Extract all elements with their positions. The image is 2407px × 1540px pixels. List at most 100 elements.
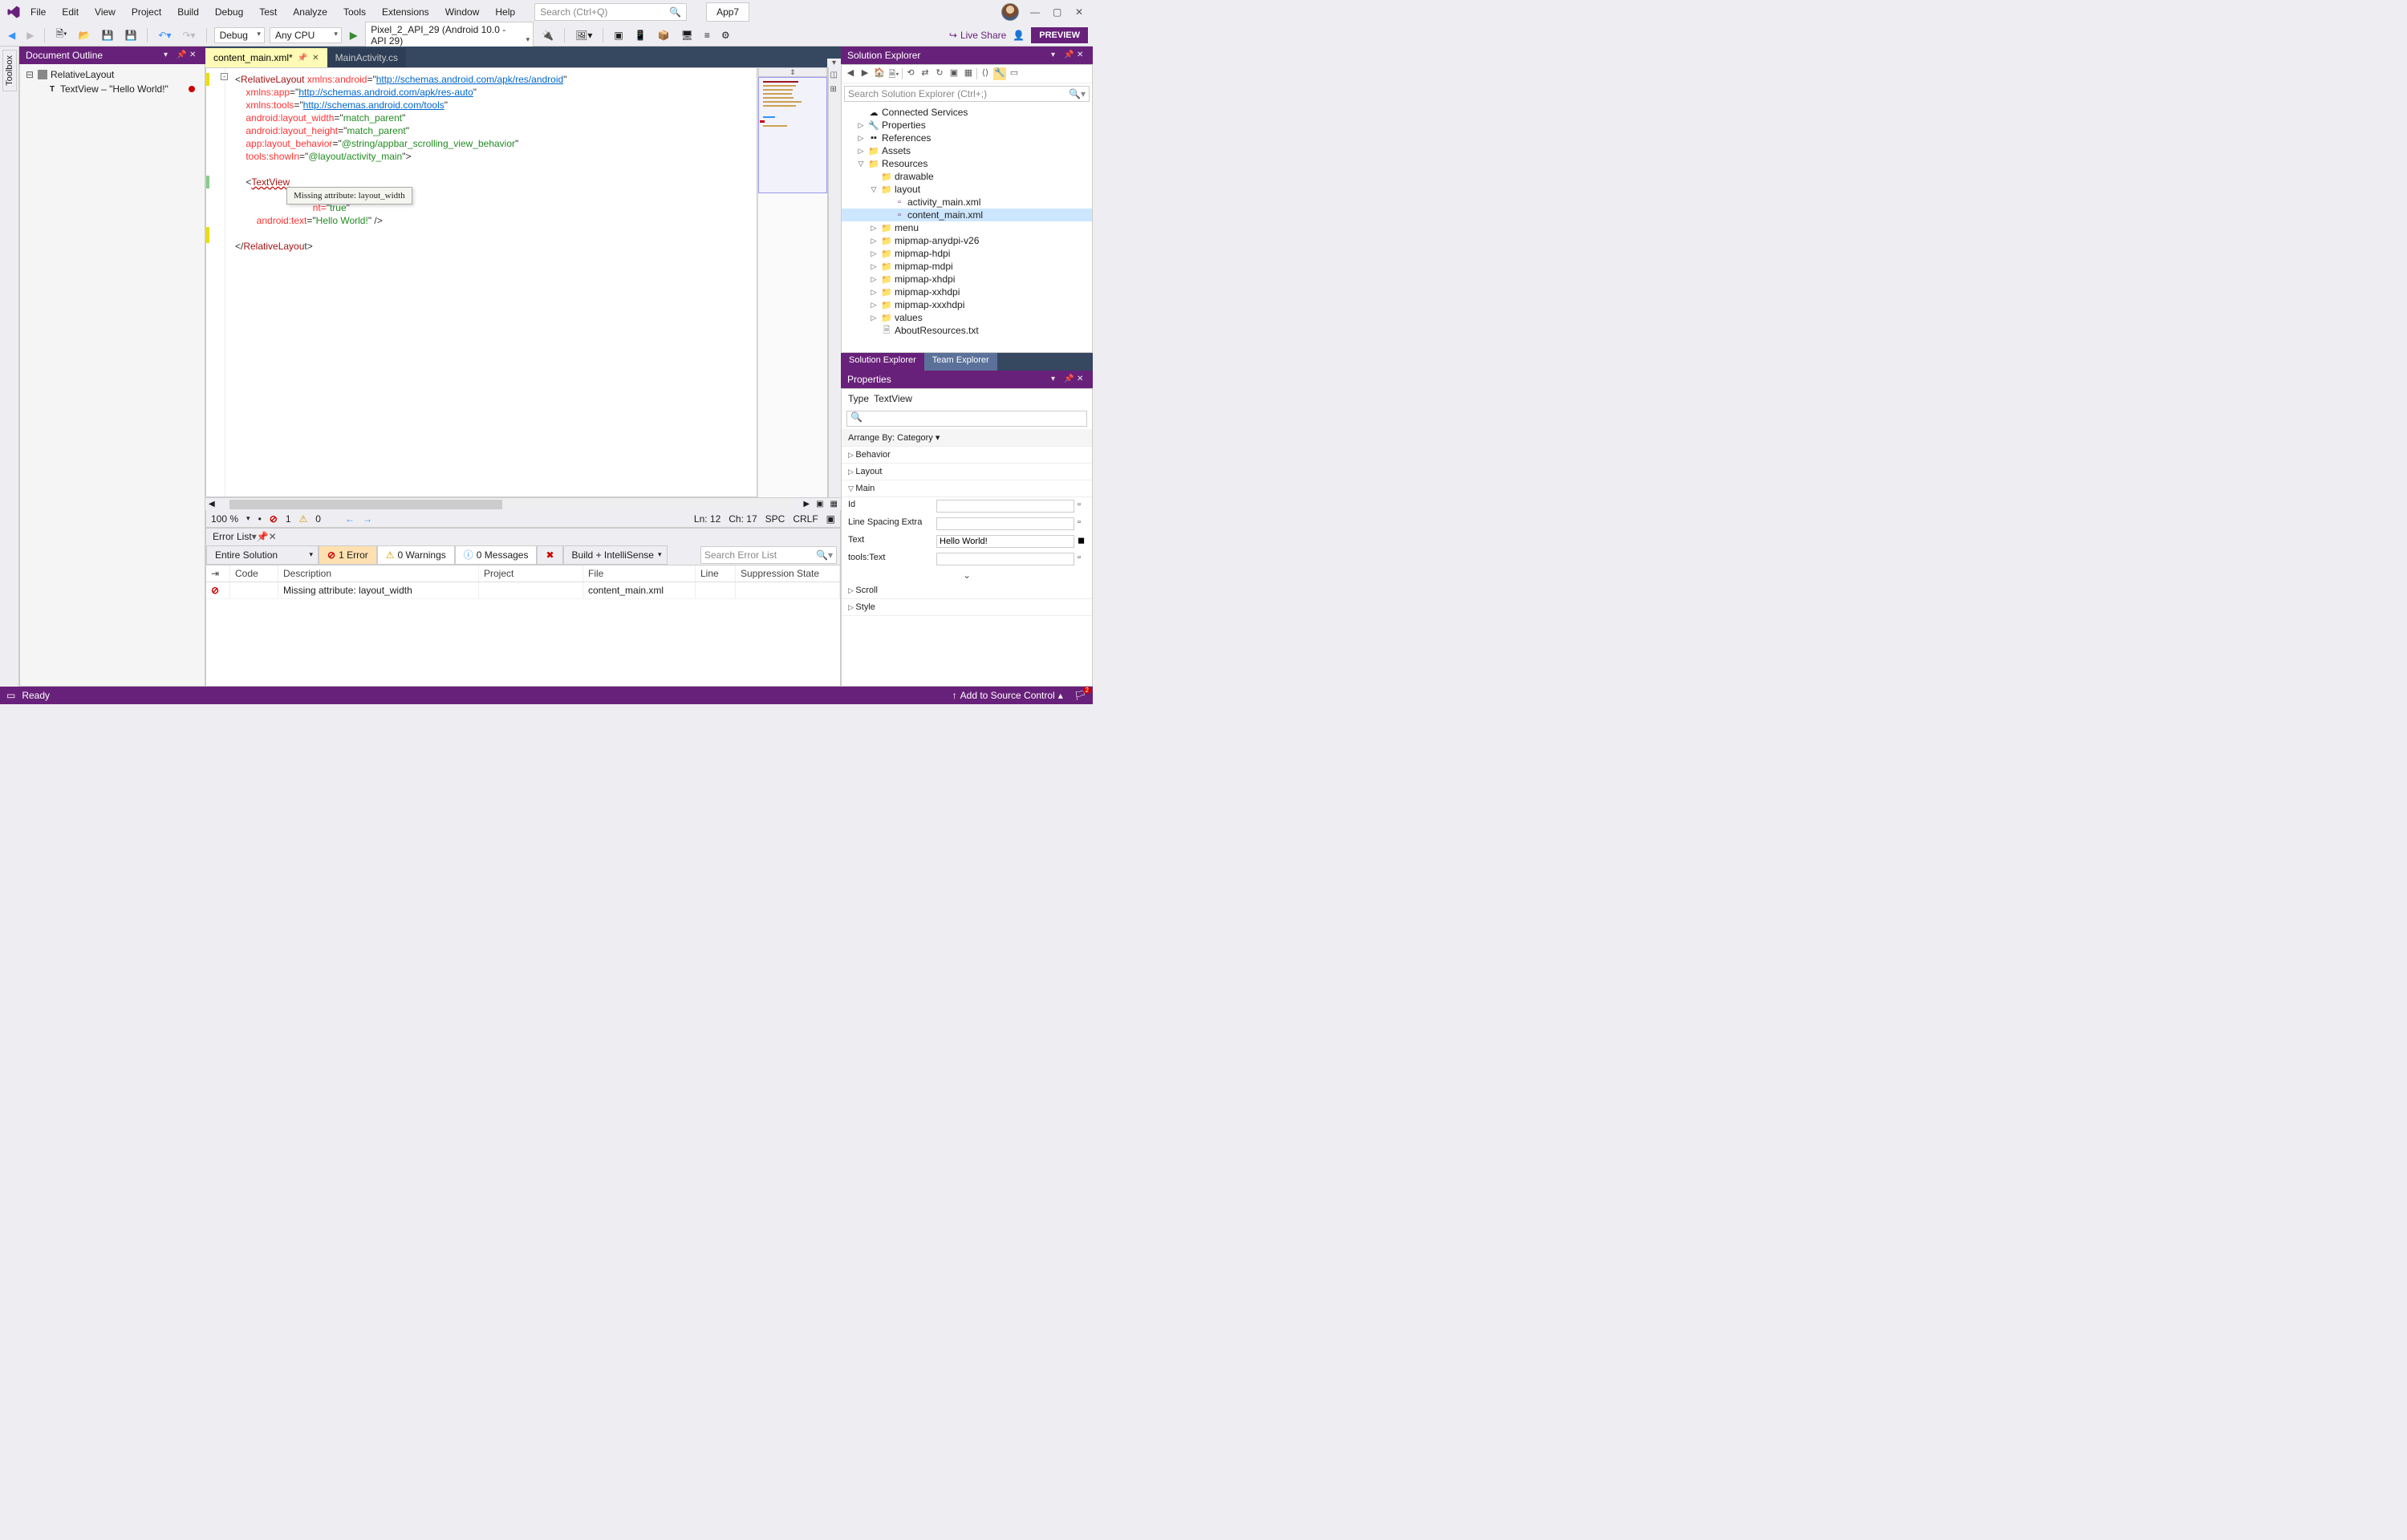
prop-marker-icon[interactable]: ▫ bbox=[1076, 515, 1087, 533]
se-home-icon[interactable]: 🏠 bbox=[873, 67, 886, 80]
menu-analyze[interactable]: Analyze bbox=[286, 3, 334, 21]
prop-marker-icon[interactable]: ◼ bbox=[1076, 533, 1087, 550]
attach-icon[interactable]: 🔌 bbox=[538, 28, 557, 43]
rail-icon[interactable]: ⊞ bbox=[830, 85, 840, 95]
open-icon[interactable]: 📂 bbox=[75, 28, 94, 43]
monitor-icon[interactable]: 🖥 bbox=[678, 28, 696, 43]
col-line[interactable]: Line bbox=[696, 565, 736, 582]
debug-target-dropdown[interactable]: Pixel_2_API_29 (Android 10.0 - API 29) bbox=[365, 22, 534, 49]
code-editor[interactable]: - <RelativeLayout xmlns:android="http://… bbox=[205, 67, 757, 497]
device-btn-icon[interactable]: ▣ bbox=[611, 28, 626, 43]
save-all-icon[interactable]: 💾 bbox=[121, 28, 140, 43]
prop-text-input[interactable] bbox=[936, 535, 1074, 548]
preview-button[interactable]: PREVIEW bbox=[1031, 27, 1088, 43]
gear-icon[interactable]: ⚙ bbox=[718, 28, 733, 43]
tree-layout[interactable]: ▽📁layout bbox=[842, 183, 1092, 196]
rail-icon[interactable]: ◫ bbox=[830, 71, 840, 80]
tree-content-main[interactable]: ▫content_main.xml bbox=[842, 209, 1092, 221]
start-debug-button[interactable]: ▶ bbox=[347, 28, 360, 43]
prop-marker-icon[interactable]: ▫ bbox=[1076, 497, 1087, 515]
tree-resources[interactable]: ▽📁Resources bbox=[842, 157, 1092, 170]
se-sync-icon[interactable]: ⟲ bbox=[904, 67, 917, 80]
tree-references[interactable]: ▷▪▪References bbox=[842, 132, 1092, 144]
se-refresh-icon[interactable]: ⇄ bbox=[919, 67, 932, 80]
scope-dropdown[interactable]: Entire Solution ▾ bbox=[206, 545, 319, 565]
outline-root[interactable]: ⊟ RelativeLayout bbox=[20, 67, 205, 82]
panel-dropdown-icon[interactable]: ▾ bbox=[1051, 375, 1061, 384]
scrollbar-thumb[interactable] bbox=[229, 500, 502, 509]
build-filter-dropdown[interactable]: Build + IntelliSense▾ bbox=[563, 545, 668, 565]
col-code[interactable]: Code bbox=[230, 565, 278, 582]
warning-count-icon[interactable]: ⚠ bbox=[299, 513, 308, 525]
error-row[interactable]: ⊘ Missing attribute: layout_width conten… bbox=[206, 582, 840, 599]
close-panel-icon[interactable]: ✕ bbox=[189, 51, 199, 60]
notifications-icon[interactable]: 🏳2 bbox=[1074, 690, 1086, 701]
maximize-icon[interactable]: ▢ bbox=[1053, 6, 1064, 18]
editor-hscroll[interactable]: ◀ ▶ ▣ ▦ bbox=[205, 497, 841, 510]
prop-id-input[interactable] bbox=[936, 500, 1074, 513]
nav-back-icon[interactable]: ◀ bbox=[5, 28, 18, 43]
user-avatar[interactable] bbox=[1001, 3, 1019, 21]
undo-icon[interactable]: ↶▾ bbox=[155, 28, 174, 43]
pin-icon[interactable]: 📌 bbox=[1064, 51, 1074, 60]
menu-test[interactable]: Test bbox=[253, 3, 283, 21]
save-icon[interactable]: 💾 bbox=[99, 28, 117, 43]
zoom-level[interactable]: 100 % bbox=[211, 513, 238, 525]
redo-icon[interactable]: ↷▾ bbox=[180, 28, 199, 43]
panel-dropdown-icon[interactable]: ▾ bbox=[1051, 51, 1061, 60]
menu-debug[interactable]: Debug bbox=[209, 3, 250, 21]
menu-view[interactable]: View bbox=[88, 3, 122, 21]
nav-next-icon[interactable]: → bbox=[363, 513, 372, 525]
phone-icon[interactable]: 📱 bbox=[631, 28, 650, 43]
se-reload-icon[interactable]: ↻ bbox=[933, 67, 946, 80]
tree-mipmap-mdpi[interactable]: ▷📁mipmap-mdpi bbox=[842, 260, 1092, 273]
properties-search-input[interactable]: 🔍 bbox=[846, 411, 1087, 427]
nav-fwd-icon[interactable]: ▶ bbox=[23, 28, 37, 43]
tree-activity-main[interactable]: ▫activity_main.xml bbox=[842, 196, 1092, 209]
close-tab-icon[interactable]: ✕ bbox=[312, 54, 319, 63]
se-back-icon[interactable]: ◀ bbox=[844, 67, 857, 80]
se-switch-icon[interactable]: 🗎▾ bbox=[887, 67, 900, 80]
tree-mipmap-anydpi[interactable]: ▷📁mipmap-anydpi-v26 bbox=[842, 234, 1092, 247]
col-desc[interactable]: Description bbox=[278, 565, 479, 582]
indent-mode[interactable]: SPC bbox=[765, 513, 785, 525]
filter-messages[interactable]: ⓘ0 Messages bbox=[455, 545, 538, 565]
add-source-control[interactable]: ↑ Add to Source Control ▴ bbox=[952, 690, 1063, 701]
tree-values[interactable]: ▷📁values bbox=[842, 311, 1092, 324]
feedback-icon[interactable]: 👤 bbox=[1013, 30, 1025, 41]
filter-errors[interactable]: ⊘1 Error bbox=[319, 545, 377, 565]
minimize-icon[interactable]: — bbox=[1030, 6, 1041, 18]
cat-main[interactable]: Main bbox=[842, 480, 1092, 497]
tab-content-main[interactable]: content_main.xml* 📌 ✕ bbox=[205, 48, 327, 67]
filter-clear[interactable]: ✖ bbox=[537, 545, 562, 565]
img-icon[interactable]: 🖼▾ bbox=[572, 28, 595, 43]
error-search-input[interactable]: Search Error List 🔍▾ bbox=[700, 546, 837, 564]
cat-style[interactable]: Style bbox=[842, 599, 1092, 616]
outline-child[interactable]: T TextView – "Hello World!" bbox=[20, 82, 205, 96]
error-count-icon[interactable]: ⊘ bbox=[270, 513, 278, 525]
menu-edit[interactable]: Edit bbox=[55, 3, 85, 21]
col-project[interactable]: Project bbox=[479, 565, 583, 582]
minimap[interactable]: ⇕ bbox=[757, 67, 828, 497]
se-fwd-icon[interactable]: ▶ bbox=[858, 67, 871, 80]
pin-icon[interactable]: 📌 bbox=[177, 51, 186, 60]
se-code-icon[interactable]: ⟨⟩ bbox=[979, 67, 992, 80]
log-icon[interactable]: ≡ bbox=[701, 28, 713, 43]
close-panel-icon[interactable]: ✕ bbox=[1077, 51, 1086, 60]
se-search-input[interactable]: Search Solution Explorer (Ctrl+;) 🔍▾ bbox=[844, 86, 1090, 102]
se-collapse-icon[interactable]: ▣ bbox=[948, 67, 960, 80]
close-icon[interactable]: ✕ bbox=[1075, 6, 1086, 18]
filter-warnings[interactable]: ⚠0 Warnings bbox=[377, 545, 455, 565]
menu-project[interactable]: Project bbox=[125, 3, 168, 21]
menu-file[interactable]: File bbox=[24, 3, 52, 21]
tab-team-explorer[interactable]: Team Explorer bbox=[924, 353, 997, 371]
platform-dropdown[interactable]: Any CPU bbox=[270, 27, 342, 43]
menu-window[interactable]: Window bbox=[439, 3, 486, 21]
menu-help[interactable]: Help bbox=[489, 3, 522, 21]
minimap-viewport[interactable] bbox=[758, 77, 827, 193]
pin-icon[interactable]: 📌 bbox=[1064, 375, 1074, 384]
tree-properties[interactable]: ▷🔧Properties bbox=[842, 119, 1092, 132]
prop-toolstext-input[interactable] bbox=[936, 553, 1074, 565]
pin-icon[interactable]: 📌 bbox=[257, 531, 269, 542]
arrange-by-dropdown[interactable]: Arrange By: Category ▾ bbox=[842, 429, 1092, 447]
